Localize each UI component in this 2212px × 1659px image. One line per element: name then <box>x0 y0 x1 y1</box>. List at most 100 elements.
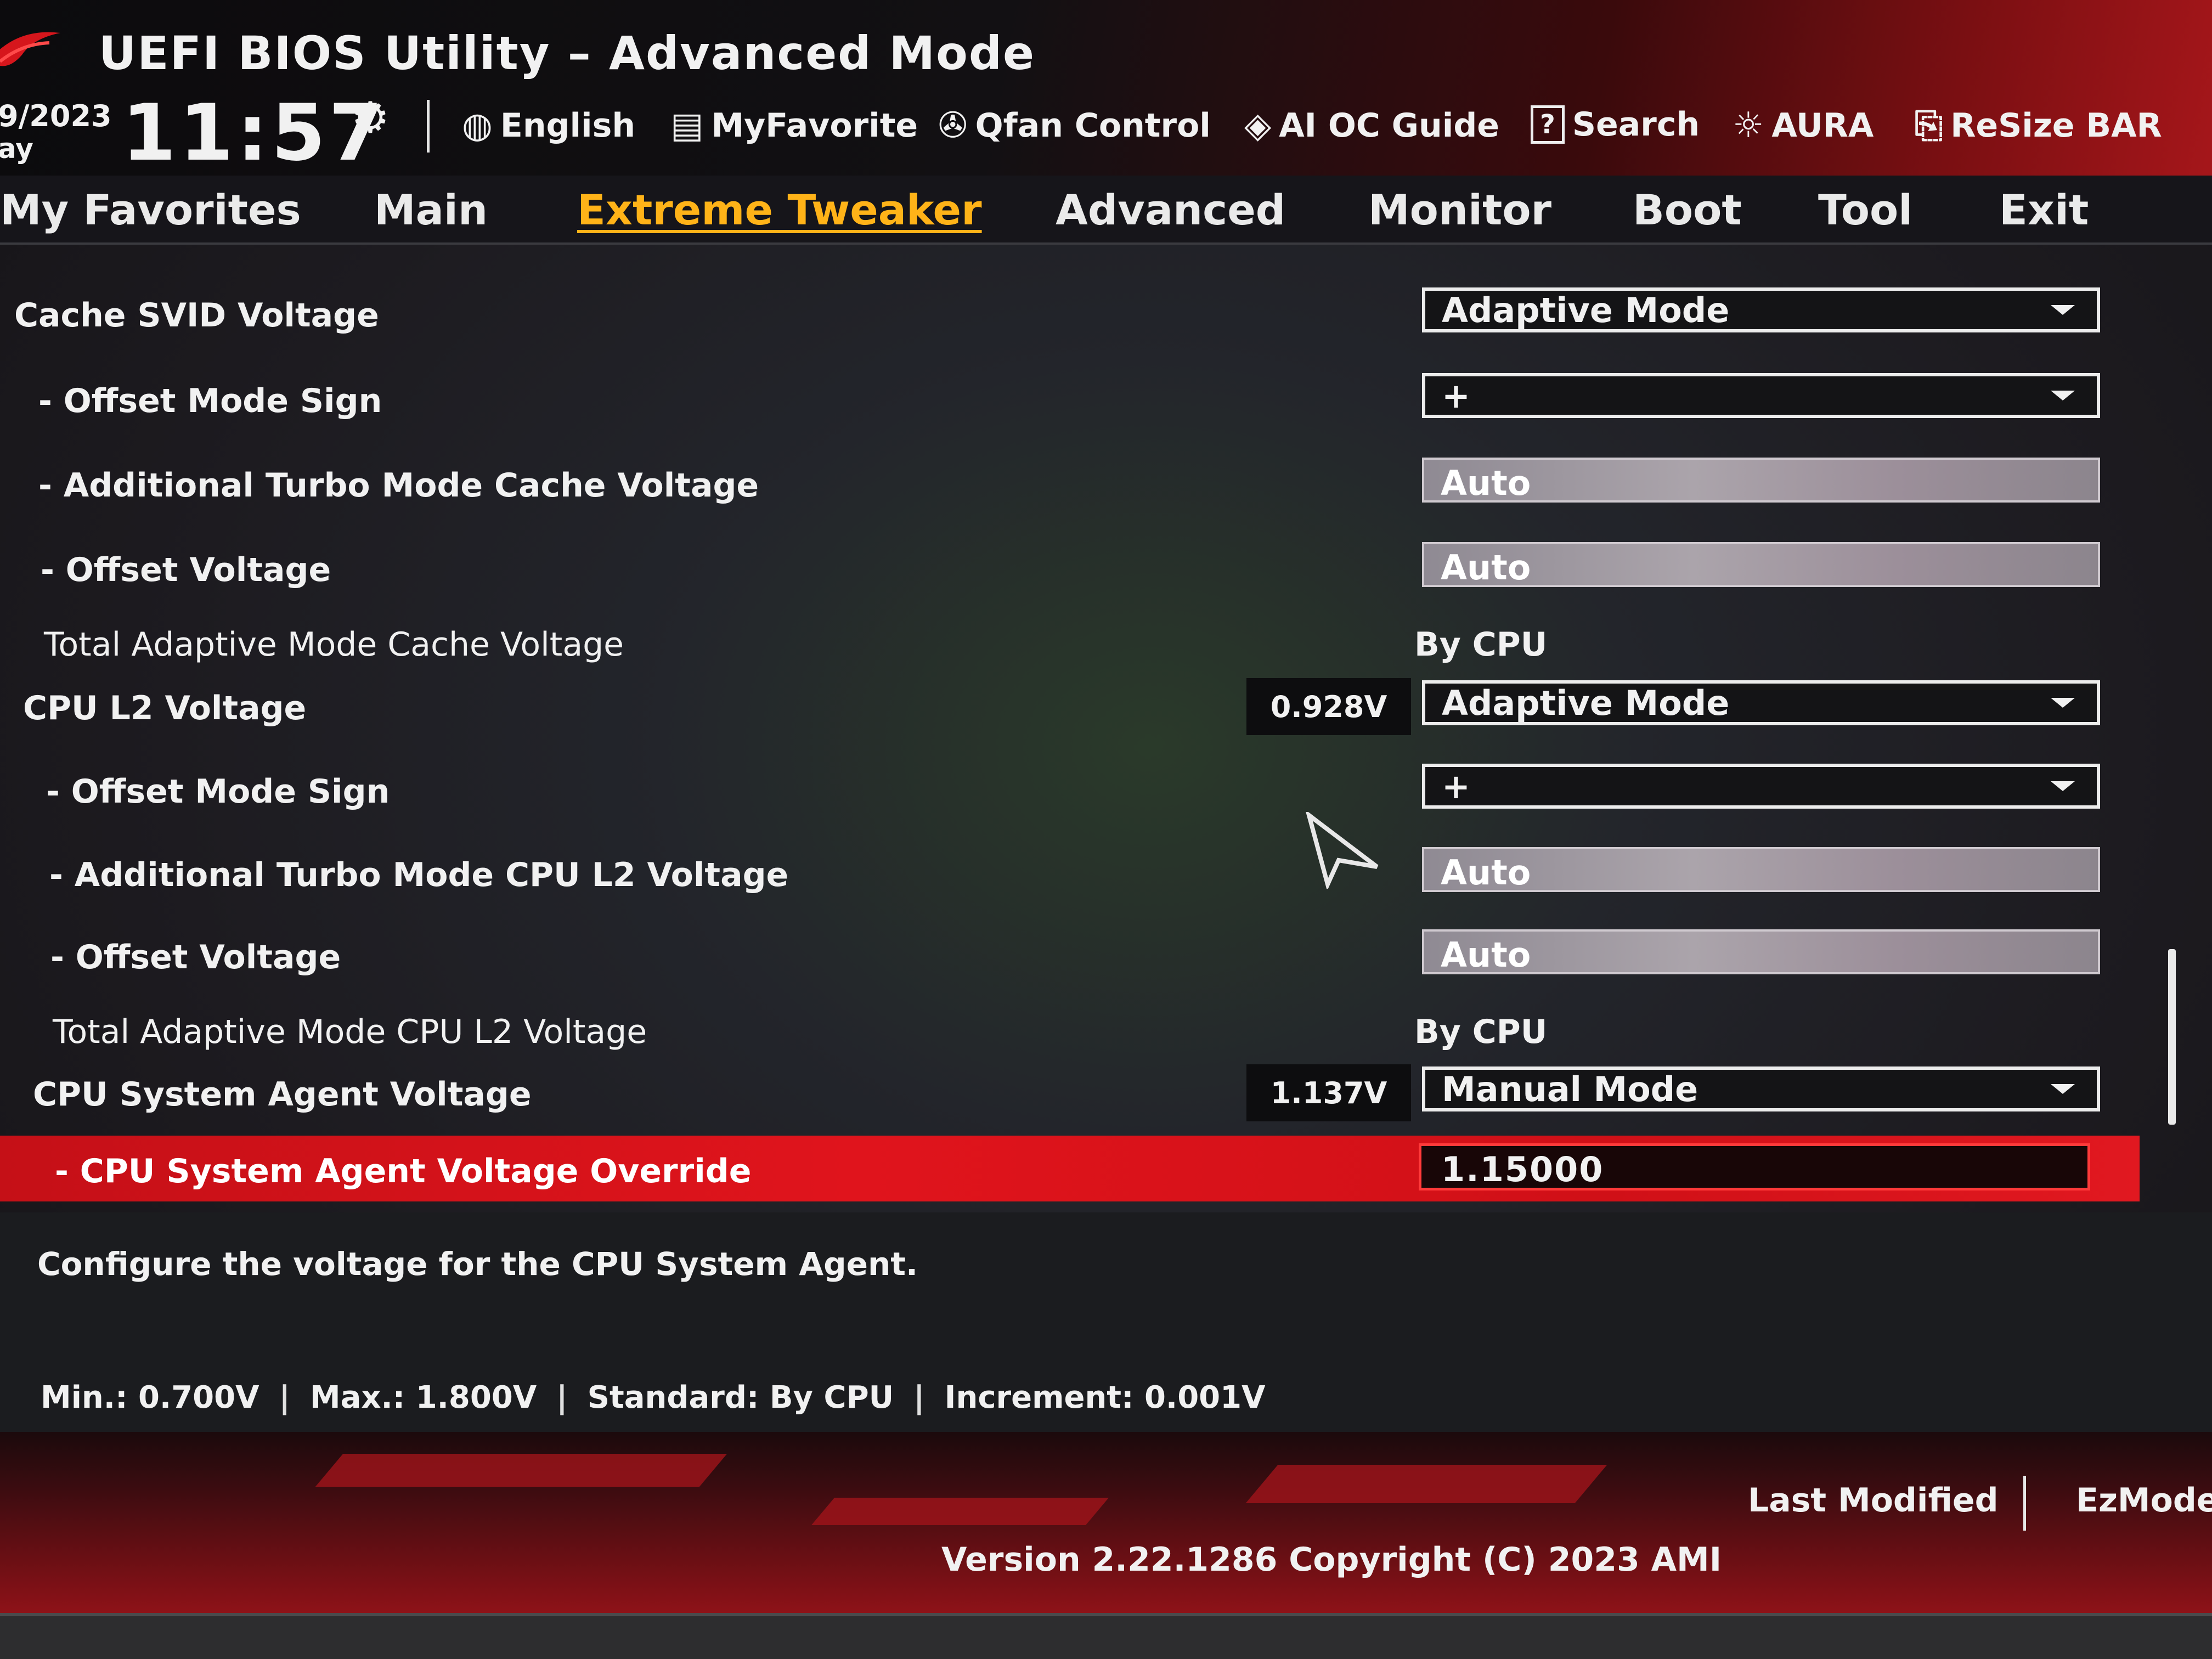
header-divider <box>427 100 430 153</box>
setting-label: - CPU System Agent Voltage Override <box>55 1152 752 1190</box>
qfan-control-label: Qfan Control <box>975 106 1211 145</box>
decorative-stripe <box>811 1498 1109 1525</box>
resize-bar-button[interactable]: ⎘ ReSize BAR <box>1915 105 2162 146</box>
language-button[interactable]: ◍ English <box>462 105 635 146</box>
setting-dropdown[interactable]: + <box>1422 764 2100 809</box>
header-bar: UEFI BIOS Utility – Advanced Mode 9/2023… <box>0 0 2212 176</box>
tab-advanced[interactable]: Advanced <box>1056 185 1285 234</box>
setting-field[interactable]: Auto <box>1422 458 2100 503</box>
setting-readonly-value: By CPU <box>1414 625 1548 664</box>
setting-dropdown[interactable]: + <box>1422 373 2100 418</box>
bios-screen: UEFI BIOS Utility – Advanced Mode 9/2023… <box>0 0 2212 1659</box>
decorative-stripe <box>315 1454 727 1487</box>
footer-bar: Last Modified EzMode Version 2.22.1286 C… <box>0 1432 2212 1613</box>
gear-icon[interactable]: ⚙ <box>351 93 390 143</box>
setting-label: Cache SVID Voltage <box>14 296 379 335</box>
setting-readonly-value: By CPU <box>1414 1013 1548 1051</box>
setting-field[interactable]: Auto <box>1422 542 2100 588</box>
language-label: English <box>500 106 636 145</box>
setting-field[interactable]: Auto <box>1422 929 2100 975</box>
setting-label: - Offset Mode Sign <box>38 382 382 420</box>
favorite-list-icon: ▤ <box>670 105 704 146</box>
myfavorite-button[interactable]: ▤ MyFavorite <box>670 105 918 146</box>
decorative-stripe <box>1245 1465 1607 1503</box>
last-modified-button[interactable]: Last Modified <box>1748 1481 1999 1520</box>
tab-tool[interactable]: Tool <box>1818 185 1912 234</box>
tab-my-favorites[interactable]: My Favorites <box>0 185 301 234</box>
setting-row: Total Adaptive Mode CPU L2 Voltage By CP… <box>0 996 2140 1062</box>
tab-extreme-tweaker[interactable]: Extreme Tweaker <box>577 185 982 234</box>
footer-divider <box>2023 1476 2026 1531</box>
setting-row[interactable]: - Offset Mode Sign + <box>0 365 2140 431</box>
setting-dropdown[interactable]: Adaptive Mode <box>1422 287 2100 332</box>
setting-field[interactable]: Auto <box>1422 847 2100 893</box>
qfan-control-button[interactable]: ✇ Qfan Control <box>938 105 1211 146</box>
tab-main[interactable]: Main <box>374 185 488 234</box>
search-label: Search <box>1572 105 1700 144</box>
field-value: Auto <box>1441 463 1531 503</box>
setting-label: - Additional Turbo Mode Cache Voltage <box>38 466 759 505</box>
max-value: Max.: 1.800V <box>309 1380 537 1415</box>
setting-label: Total Adaptive Mode Cache Voltage <box>44 625 624 664</box>
voltage-override-input[interactable]: 1.15000 <box>1419 1143 2090 1190</box>
field-value: Auto <box>1441 548 1531 588</box>
chevron-down-icon <box>2051 781 2075 791</box>
separator: | <box>913 1380 925 1415</box>
ai-chip-icon: ◈ <box>1244 105 1272 146</box>
setting-label: - Offset Voltage <box>41 551 331 589</box>
setting-row[interactable]: - Offset Mode Sign + <box>0 756 2140 822</box>
aura-button[interactable]: ☼ AURA <box>1733 105 1874 146</box>
setting-row[interactable]: - Offset Voltage Auto <box>0 534 2140 600</box>
search-button[interactable]: ? Search <box>1531 105 1700 144</box>
dropdown-value: Adaptive Mode <box>1442 682 1730 723</box>
monitor-bezel <box>0 1613 2212 1659</box>
chevron-down-icon <box>2051 1084 2075 1094</box>
setting-row: Total Adaptive Mode Cache Voltage By CPU <box>0 609 2140 675</box>
setting-row-selected[interactable]: - CPU System Agent Voltage Override 1.15… <box>0 1136 2140 1201</box>
voltage-reading: 1.137V <box>1246 1064 1411 1121</box>
chevron-down-icon <box>2051 305 2075 315</box>
setting-row[interactable]: - Additional Turbo Mode CPU L2 Voltage A… <box>0 839 2140 905</box>
setting-row[interactable]: Cache SVID Voltage Adaptive Mode <box>0 280 2140 346</box>
dropdown-value: Adaptive Mode <box>1442 290 1730 330</box>
main-nav-tabs: My Favorites Main Extreme Tweaker Advanc… <box>0 176 2212 245</box>
setting-label: CPU L2 Voltage <box>23 689 307 727</box>
separator: | <box>556 1380 568 1415</box>
scrollbar[interactable] <box>2168 949 2176 1125</box>
min-value: Min.: 0.700V <box>41 1380 259 1415</box>
ai-oc-guide-button[interactable]: ◈ AI OC Guide <box>1244 105 1499 146</box>
mouse-cursor-icon <box>1306 812 1379 889</box>
dropdown-value: Manual Mode <box>1442 1069 1699 1109</box>
setting-row[interactable]: CPU System Agent Voltage 1.137V Manual M… <box>0 1059 2140 1125</box>
day-display: ay <box>0 133 33 165</box>
voltage-range-info: Min.: 0.700V | Max.: 1.800V | Standard: … <box>41 1380 1265 1415</box>
rog-logo-icon <box>0 32 60 66</box>
setting-dropdown[interactable]: Adaptive Mode <box>1422 680 2100 725</box>
aura-label: AURA <box>1771 106 1874 145</box>
ezmode-button[interactable]: EzMode <box>2076 1481 2212 1520</box>
tab-boot[interactable]: Boot <box>1633 185 1742 234</box>
dropdown-value: + <box>1442 766 1470 806</box>
setting-dropdown[interactable]: Manual Mode <box>1422 1066 2100 1111</box>
app-title: UEFI BIOS Utility – Advanced Mode <box>99 26 1035 80</box>
field-value: Auto <box>1441 853 1531 893</box>
setting-row[interactable]: - Additional Turbo Mode Cache Voltage Au… <box>0 450 2140 516</box>
setting-row[interactable]: CPU L2 Voltage 0.928V Adaptive Mode <box>0 673 2140 738</box>
increment-value: Increment: 0.001V <box>944 1380 1266 1415</box>
chevron-down-icon <box>2051 698 2075 708</box>
setting-label: CPU System Agent Voltage <box>33 1075 532 1114</box>
settings-list: Cache SVID Voltage Adaptive Mode - Offse… <box>0 258 2212 1201</box>
tab-monitor[interactable]: Monitor <box>1368 185 1551 234</box>
aura-light-icon: ☼ <box>1733 105 1764 146</box>
ai-oc-guide-label: AI OC Guide <box>1279 106 1499 145</box>
tab-exit[interactable]: Exit <box>1999 185 2089 234</box>
setting-row[interactable]: - Offset Voltage Auto <box>0 922 2140 988</box>
chevron-down-icon <box>2051 391 2075 400</box>
resize-bar-label: ReSize BAR <box>1950 106 2162 145</box>
help-description: Configure the voltage for the CPU System… <box>37 1245 918 1283</box>
voltage-reading: 0.928V <box>1246 678 1411 735</box>
search-help-icon: ? <box>1531 105 1565 144</box>
dropdown-value: + <box>1442 375 1470 416</box>
field-value: Auto <box>1441 935 1531 975</box>
globe-icon: ◍ <box>462 105 493 146</box>
